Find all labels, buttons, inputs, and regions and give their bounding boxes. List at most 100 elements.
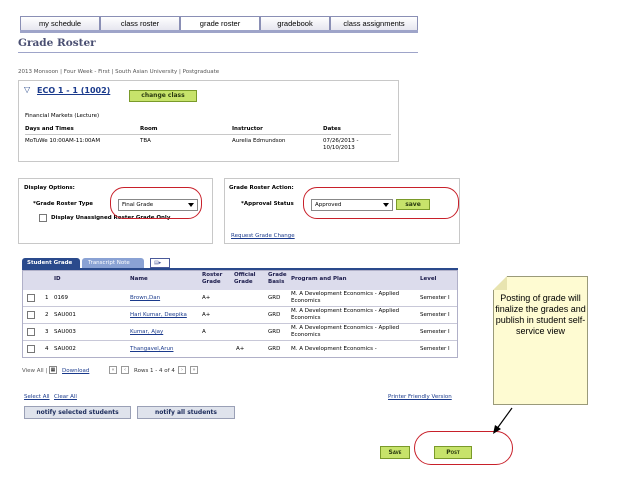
row-select-checkbox[interactable] bbox=[27, 345, 35, 353]
approval-status-highlight bbox=[303, 187, 459, 219]
table-row: 3 SAU003 Kumar, Ajay A GRD M. A Developm… bbox=[22, 324, 458, 340]
header-room: Room bbox=[140, 126, 158, 132]
program-plan: M. A Development Economics - bbox=[291, 346, 377, 352]
next-page-icon[interactable]: › bbox=[178, 366, 186, 374]
printer-friendly-link[interactable]: Printer Friendly Version bbox=[388, 394, 452, 400]
program-plan: M. A Development Economics - Applied Eco… bbox=[291, 325, 400, 338]
title-divider bbox=[18, 52, 418, 53]
roster-grade: A+ bbox=[202, 295, 211, 301]
row-number: 1 bbox=[45, 295, 49, 301]
tab-class-roster[interactable]: class roster bbox=[100, 16, 180, 31]
course-code-link[interactable]: ECO 1 - 1 (1002) bbox=[37, 86, 110, 95]
table-row: 2 SAU001 Hari Kumar, Deepika A+ GRD M. A… bbox=[22, 307, 458, 323]
first-page-icon[interactable]: « bbox=[109, 366, 117, 374]
unassigned-checkbox[interactable] bbox=[39, 214, 47, 222]
view-all-link[interactable]: View All | bbox=[22, 368, 47, 374]
roster-grade: A bbox=[202, 329, 206, 335]
student-level: Semester I bbox=[420, 312, 450, 318]
download-link[interactable]: Download bbox=[62, 368, 89, 374]
student-id: 0169 bbox=[54, 295, 68, 301]
tab-class-assignments[interactable]: class assignments bbox=[330, 16, 418, 31]
student-id: SAU001 bbox=[54, 312, 76, 318]
tab-student-grade-label: Student Grade bbox=[27, 260, 73, 266]
display-options-heading: Display Options: bbox=[24, 185, 75, 191]
clear-all-link[interactable]: Clear All bbox=[54, 394, 77, 400]
student-level: Semester I bbox=[420, 329, 450, 335]
program-plan: M. A Development Economics - Applied Eco… bbox=[291, 308, 400, 321]
col-program-plan: Program and Plan bbox=[291, 276, 347, 282]
callout-arrow bbox=[493, 407, 513, 434]
row-select-checkbox[interactable] bbox=[27, 311, 35, 319]
callout-fold-corner bbox=[493, 276, 507, 290]
grade-type-highlight bbox=[110, 187, 202, 219]
days-times-value: MoTuWe 10:00AM-11:00AM bbox=[25, 138, 101, 144]
grade-basis: GRD bbox=[268, 346, 281, 352]
row-select-checkbox[interactable] bbox=[27, 328, 35, 336]
nav-underline bbox=[20, 30, 418, 33]
tab-gradebook[interactable]: gradebook bbox=[260, 16, 330, 31]
term-info: 2013 Monsoon | Four Week - First | South… bbox=[18, 69, 220, 75]
change-class-button[interactable]: change class bbox=[129, 90, 197, 102]
col-grade-basis: Grade Basis bbox=[268, 272, 287, 285]
row-number: 2 bbox=[45, 312, 49, 318]
notify-all-button[interactable]: notify all students bbox=[137, 406, 235, 419]
student-id: SAU003 bbox=[54, 329, 76, 335]
row-select-checkbox[interactable] bbox=[27, 294, 35, 302]
header-instructor: Instructor bbox=[232, 126, 263, 132]
approval-status-label: *Approval Status bbox=[241, 201, 294, 207]
roster-action-heading: Grade Roster Action: bbox=[229, 185, 294, 191]
student-id: SAU002 bbox=[54, 346, 76, 352]
previous-page-icon[interactable]: ‹ bbox=[121, 366, 129, 374]
page-title: Grade Roster bbox=[18, 37, 96, 49]
course-info-panel: ▽ ECO 1 - 1 (1002) change class Financia… bbox=[18, 80, 399, 162]
room-value: TBA bbox=[140, 138, 151, 144]
grade-basis: GRD bbox=[268, 329, 281, 335]
student-name-link[interactable]: Kumar, Ajay bbox=[130, 329, 163, 335]
col-id: ID bbox=[54, 276, 61, 282]
col-roster-grade: Roster Grade bbox=[202, 272, 223, 285]
student-level: Semester I bbox=[420, 346, 450, 352]
student-name-link[interactable]: Brown,Dan bbox=[130, 295, 160, 301]
grade-roster-type-label: *Grade Roster Type bbox=[33, 201, 94, 207]
roster-grade: A+ bbox=[202, 312, 211, 318]
row-number: 3 bbox=[45, 329, 49, 335]
grid-header: ID Name Roster Grade Official Grade Grad… bbox=[22, 270, 458, 290]
last-page-icon[interactable]: » bbox=[190, 366, 198, 374]
table-row: 4 SAU002 Thangavel,Arun A+ GRD M. A Deve… bbox=[22, 341, 458, 357]
col-level: Level bbox=[420, 276, 437, 282]
callout-text: Posting of grade will finalize the grade… bbox=[495, 293, 586, 336]
rows-info: Rows 1 - 4 of 4 bbox=[134, 368, 175, 374]
tab-grade-roster[interactable]: grade roster bbox=[180, 16, 260, 31]
student-name-link[interactable]: Thangavel,Arun bbox=[130, 346, 173, 352]
grade-basis: GRD bbox=[268, 312, 281, 318]
course-description: Financial Markets (Lecture) bbox=[25, 113, 100, 119]
dates-value-start: 07/26/2013 - bbox=[323, 138, 359, 144]
student-name-link[interactable]: Hari Kumar, Deepika bbox=[130, 312, 187, 318]
post-highlight bbox=[414, 431, 513, 465]
grid-toggle-glyph: ▤▸ bbox=[154, 260, 162, 266]
dates-value-end: 10/10/2013 bbox=[323, 145, 355, 151]
table-row: 1 0169 Brown,Dan A+ GRD M. A Development… bbox=[22, 290, 458, 306]
instructor-value: Aurelia Edmundson bbox=[232, 138, 286, 144]
save-button[interactable]: Save bbox=[380, 446, 410, 459]
official-grade: A+ bbox=[236, 346, 245, 352]
row-divider bbox=[22, 357, 458, 358]
header-dates: Dates bbox=[323, 126, 341, 132]
annotation-callout: Posting of grade will finalize the grade… bbox=[493, 276, 588, 405]
grid-settings-icon[interactable]: ▦ bbox=[49, 366, 57, 374]
header-days-times: Days and Times bbox=[25, 126, 74, 132]
col-official-grade: Official Grade bbox=[234, 272, 256, 285]
tab-transcript-note-label: Transcript Note bbox=[88, 260, 130, 266]
tab-my-schedule[interactable]: my schedule bbox=[20, 16, 100, 31]
request-grade-change-link[interactable]: Request Grade Change bbox=[231, 233, 295, 239]
notify-selected-button[interactable]: notify selected students bbox=[24, 406, 131, 419]
grade-basis: GRD bbox=[268, 295, 281, 301]
col-name: Name bbox=[130, 276, 148, 282]
course-table-header: Days and Times Room Instructor Dates bbox=[25, 126, 391, 135]
row-number: 4 bbox=[45, 346, 49, 352]
program-plan: M. A Development Economics - Applied Eco… bbox=[291, 291, 400, 304]
student-level: Semester I bbox=[420, 295, 450, 301]
collapse-chevron-icon[interactable]: ▽ bbox=[24, 85, 30, 94]
show-all-columns-icon[interactable]: ▤▸ bbox=[150, 258, 170, 268]
select-all-link[interactable]: Select All bbox=[24, 394, 50, 400]
